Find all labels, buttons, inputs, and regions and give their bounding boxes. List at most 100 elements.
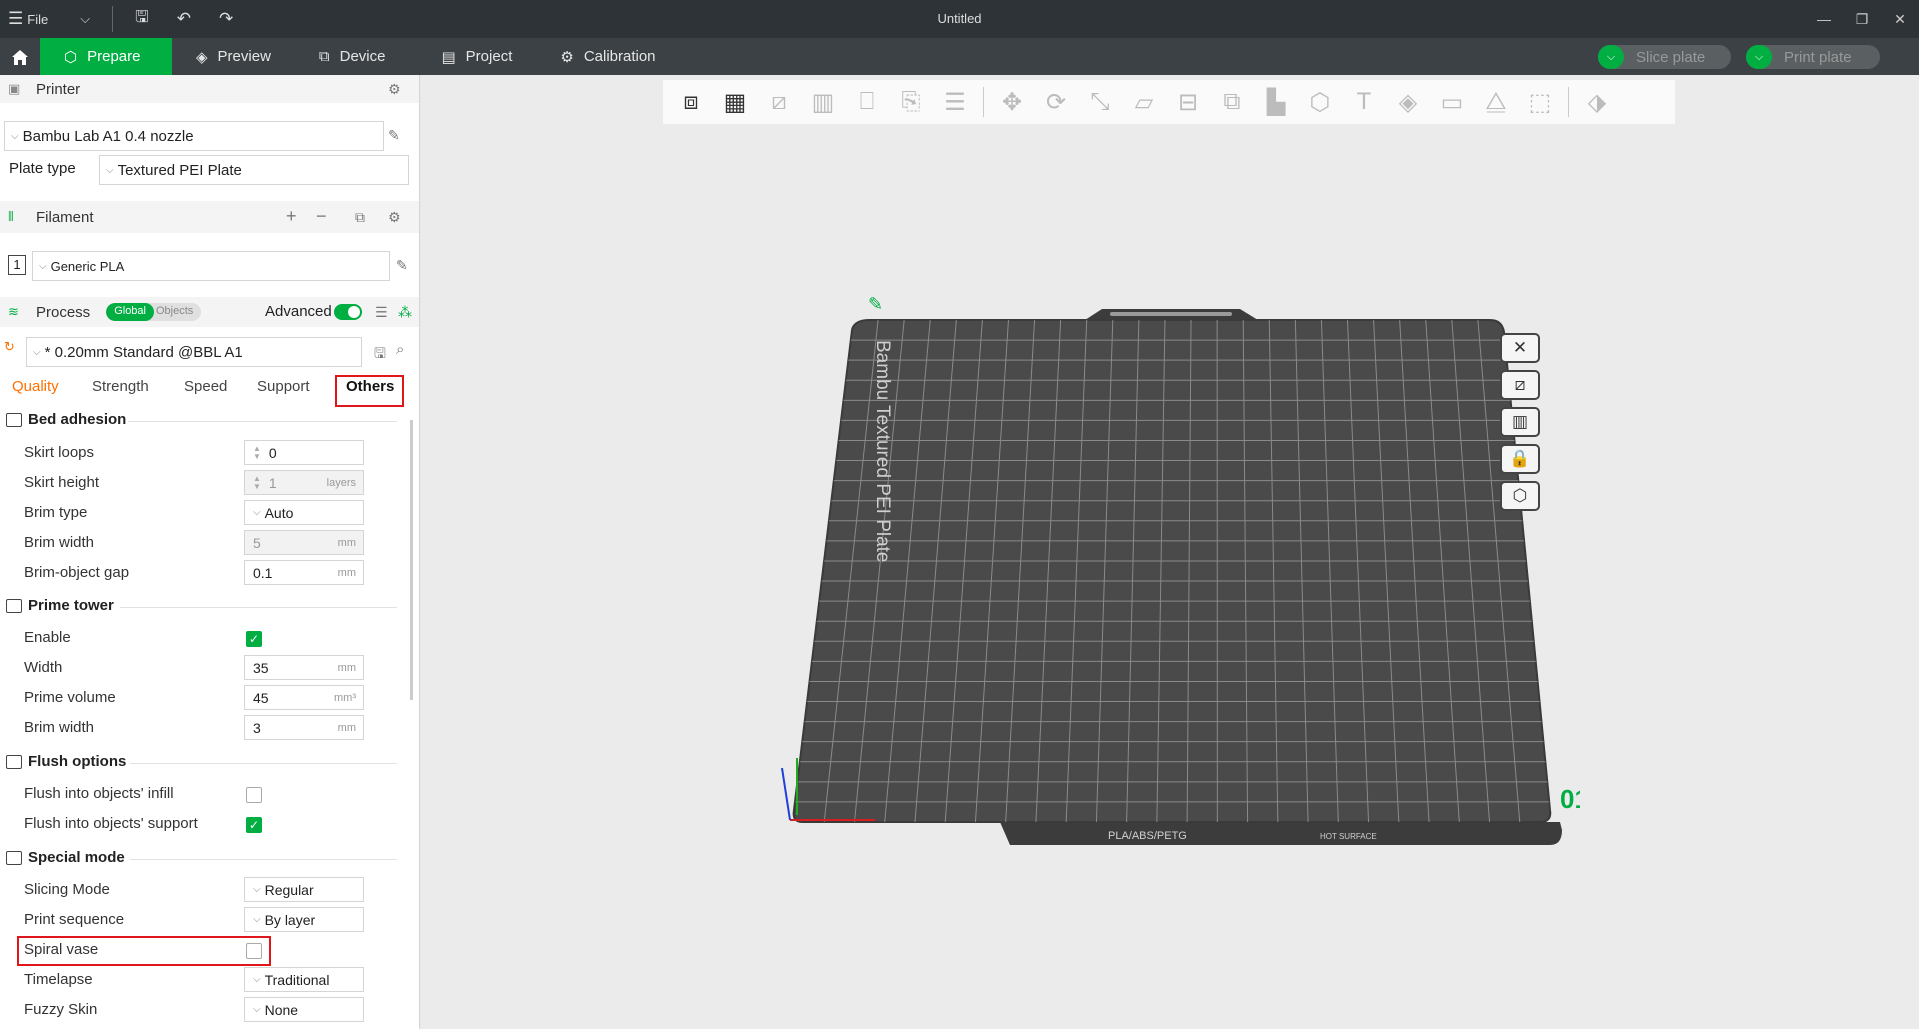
filament-settings-icon[interactable]: ⚙ [388, 209, 401, 226]
split-objects-icon[interactable]: ⎕ [845, 83, 889, 121]
slicing-mode-select[interactable]: ⌵ Regular [244, 877, 364, 902]
tab-device[interactable]: ⧉ Device [295, 38, 410, 75]
build-plate[interactable]: Bambu Textured PEI Plate PLA/ABS/PETG HO… [780, 290, 1580, 850]
tab-project[interactable]: ▤ Project [417, 38, 536, 75]
scrollbar[interactable] [410, 420, 413, 700]
flush-infill-checkbox[interactable] [246, 787, 262, 803]
special-mode-title: Special mode [6, 849, 125, 866]
filament-select[interactable]: ⌵ Generic PLA [32, 251, 390, 281]
save-icon[interactable]: 🖫 [127, 0, 157, 38]
text-shape-icon[interactable]: T [1342, 83, 1386, 121]
brim-width-input[interactable]: 5 mm [244, 530, 364, 555]
file-menu-button[interactable]: ☰ File [0, 0, 56, 38]
fuzzy-skin-select[interactable]: ⌵ None [244, 997, 364, 1022]
skirt-loops-input[interactable]: ▲ ▼ 0 [244, 440, 364, 465]
undo-icon[interactable]: ↶ [169, 0, 199, 38]
process-settings-icon[interactable]: ⁂ [398, 304, 412, 321]
brim-gap-input[interactable]: 0.1 mm [244, 560, 364, 585]
printer-section-header: ▣ Printer [0, 75, 419, 103]
edit-icon[interactable]: ✎ [396, 257, 408, 274]
timelapse-select[interactable]: ⌵ Traditional [244, 967, 364, 992]
file-dropdown-icon[interactable]: ⌵ [72, 0, 98, 38]
variable-layer-icon[interactable]: ⬗ [1575, 83, 1619, 121]
reset-icon[interactable]: ↻ [4, 339, 15, 355]
tab-preview[interactable]: ◈ Preview [172, 38, 295, 75]
edit-plate-name-icon[interactable]: ✎ [868, 294, 883, 315]
prime-enable-checkbox[interactable]: ✓ [246, 631, 262, 647]
skirt-height-input[interactable]: ▲ ▼ 1 layers [244, 470, 364, 495]
stepper-icon[interactable]: ▲ ▼ [253, 474, 261, 491]
assembly-icon[interactable]: ⧋ [1474, 83, 1518, 121]
auto-orient-plate-icon[interactable]: ⧄ [1500, 370, 1540, 400]
arrange-icon[interactable]: ▥ [801, 83, 845, 121]
tab-device-label: Device [339, 48, 386, 65]
process-preset-select[interactable]: ⌵ * 0.20mm Standard @BBL A1 [26, 337, 362, 367]
add-filament-icon[interactable]: + [286, 206, 297, 227]
project-icon: ▤ [441, 48, 456, 66]
tab-strength[interactable]: Strength [92, 378, 149, 395]
tab-calibration[interactable]: ⚙ Calibration [536, 38, 679, 75]
cut-icon[interactable]: ⊟ [1166, 83, 1210, 121]
search-icon[interactable]: ⌕ [396, 341, 404, 358]
plate-type-select[interactable]: ⌵ Textured PEI Plate [99, 155, 409, 185]
rotate-icon[interactable]: ⟳ [1034, 83, 1078, 121]
plate-number: 01 [1560, 784, 1580, 814]
seam-paint-icon[interactable]: ⬡ [1298, 83, 1342, 121]
arrange-plate-icon[interactable]: ▥ [1500, 407, 1540, 437]
prime-brim-width-input[interactable]: 3 mm [244, 715, 364, 740]
filament-sync-icon[interactable]: ⧉ [355, 209, 365, 226]
tab-quality[interactable]: Quality [12, 378, 59, 395]
measure-icon[interactable]: ▭ [1430, 83, 1474, 121]
printer-settings-icon[interactable]: ⚙ [388, 81, 401, 98]
mesh-boolean-icon[interactable]: ⧉ [1210, 83, 1254, 121]
print-sequence-select[interactable]: ⌵ By layer [244, 907, 364, 932]
prime-volume-input[interactable]: 45 mm³ [244, 685, 364, 710]
print-plate-button[interactable]: ⌵ Print plate [1746, 45, 1880, 69]
color-paint-icon[interactable]: ◈ [1386, 83, 1430, 121]
close-icon[interactable]: ✕ [1881, 0, 1919, 38]
scale-icon[interactable]: ⤡ [1078, 83, 1122, 121]
restore-icon[interactable]: ❐ [1843, 0, 1881, 38]
prime-tower-title: Prime tower [6, 597, 114, 614]
toggle-objects[interactable]: Objects [154, 303, 201, 321]
compare-icon[interactable]: ☰ [375, 304, 388, 321]
add-object-icon[interactable]: ⧈ [669, 83, 713, 121]
add-plate-icon[interactable]: ▦ [713, 83, 757, 121]
divider [112, 6, 114, 32]
tab-support[interactable]: Support [257, 378, 310, 395]
split-parts-icon[interactable]: ⎘ [889, 83, 933, 121]
flush-support-label: Flush into objects' support [24, 815, 198, 832]
edit-icon[interactable]: ✎ [388, 127, 400, 144]
divider [130, 763, 397, 764]
brim-type-label: Brim type [24, 504, 88, 521]
move-icon[interactable]: ✥ [990, 83, 1034, 121]
slicing-mode-value: Regular [264, 881, 314, 898]
minimize-icon[interactable]: — [1805, 0, 1843, 38]
brim-type-select[interactable]: ⌵ Auto [244, 500, 364, 525]
remove-filament-icon[interactable]: − [316, 206, 327, 227]
lay-on-face-icon[interactable]: ⏥ [1122, 83, 1166, 121]
stepper-icon[interactable]: ▲ ▼ [253, 444, 261, 461]
redo-icon[interactable]: ↷ [211, 0, 241, 38]
global-objects-toggle[interactable]: Global Objects [106, 303, 202, 321]
layers-edit-icon[interactable]: ☰ [933, 83, 977, 121]
tab-prepare[interactable]: ⬡ Prepare [40, 38, 172, 75]
chevron-down-icon: ⌵ [1746, 45, 1772, 69]
home-icon[interactable] [0, 38, 40, 75]
lock-plate-icon[interactable]: 🔒 [1500, 444, 1540, 474]
tab-speed[interactable]: Speed [184, 378, 227, 395]
support-paint-icon[interactable]: ▙ [1254, 83, 1298, 121]
auto-orient-icon[interactable]: ⧄ [757, 83, 801, 121]
prime-brim-width-unit: mm [337, 721, 356, 734]
divider [983, 87, 984, 117]
printer-select[interactable]: ⌵ Bambu Lab A1 0.4 nozzle [4, 121, 384, 151]
delete-plate-icon[interactable]: ✕ [1500, 333, 1540, 363]
prime-width-input[interactable]: 35 mm [244, 655, 364, 680]
advanced-switch[interactable] [334, 304, 362, 320]
slice-plate-button[interactable]: ⌵ Slice plate [1598, 45, 1731, 69]
bounding-box-icon[interactable]: ⬚ [1518, 83, 1562, 121]
plate-settings-icon[interactable]: ⬡ [1500, 481, 1540, 511]
save-preset-icon[interactable]: 🖫 [374, 343, 386, 367]
flush-support-checkbox[interactable]: ✓ [246, 817, 262, 833]
toggle-global[interactable]: Global [106, 303, 154, 321]
